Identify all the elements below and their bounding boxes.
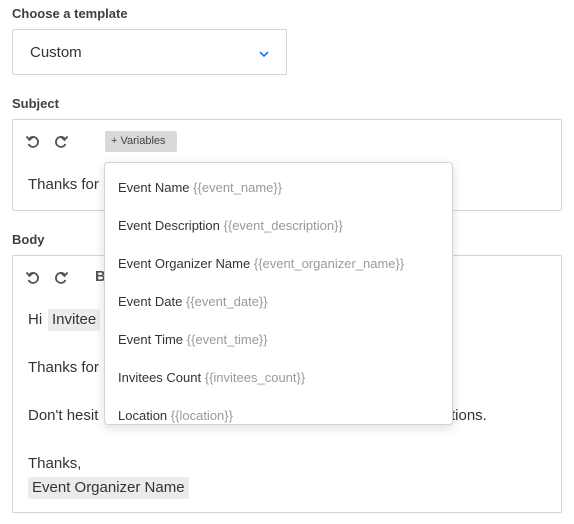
body-line-hesitate-start: Don't hesit xyxy=(28,407,99,424)
template-selected-value: Custom xyxy=(30,44,82,61)
variable-option-location[interactable]: Location {{location}} xyxy=(118,405,233,424)
body-label: Body xyxy=(12,232,45,247)
subject-label: Subject xyxy=(12,96,59,111)
body-greeting: Hi xyxy=(28,311,43,328)
redo-icon[interactable] xyxy=(52,133,70,151)
variable-option-event-time[interactable]: Event Time {{event_time}} xyxy=(118,329,268,351)
undo-icon[interactable] xyxy=(24,269,42,287)
variable-option-event-organizer-name[interactable]: Event Organizer Name {{event_organizer_n… xyxy=(118,253,404,275)
body-line-thanks: Thanks for xyxy=(28,359,99,376)
undo-icon[interactable] xyxy=(24,133,42,151)
body-signoff: Thanks, xyxy=(28,455,82,472)
variables-dropdown: Event Name {{event_name}} Event Descript… xyxy=(104,162,453,425)
variable-option-invitees-count[interactable]: Invitees Count {{invitees_count}} xyxy=(118,367,305,389)
redo-icon[interactable] xyxy=(52,269,70,287)
variable-option-event-date[interactable]: Event Date {{event_date}} xyxy=(118,291,268,313)
chevron-down-icon xyxy=(258,47,270,59)
template-label: Choose a template xyxy=(12,6,128,21)
invitee-variable-tag[interactable]: Invitee xyxy=(48,309,101,331)
body-line-hesitate-end: tions. xyxy=(451,407,487,424)
subject-text[interactable]: Thanks for xyxy=(28,176,99,193)
organizer-variable-tag[interactable]: Event Organizer Name xyxy=(28,477,189,499)
variable-option-event-description[interactable]: Event Description {{event_description}} xyxy=(118,215,343,237)
variables-button[interactable]: + Variables xyxy=(105,131,177,152)
variable-option-event-name[interactable]: Event Name {{event_name}} xyxy=(118,177,282,199)
template-select[interactable]: Custom xyxy=(12,29,287,75)
